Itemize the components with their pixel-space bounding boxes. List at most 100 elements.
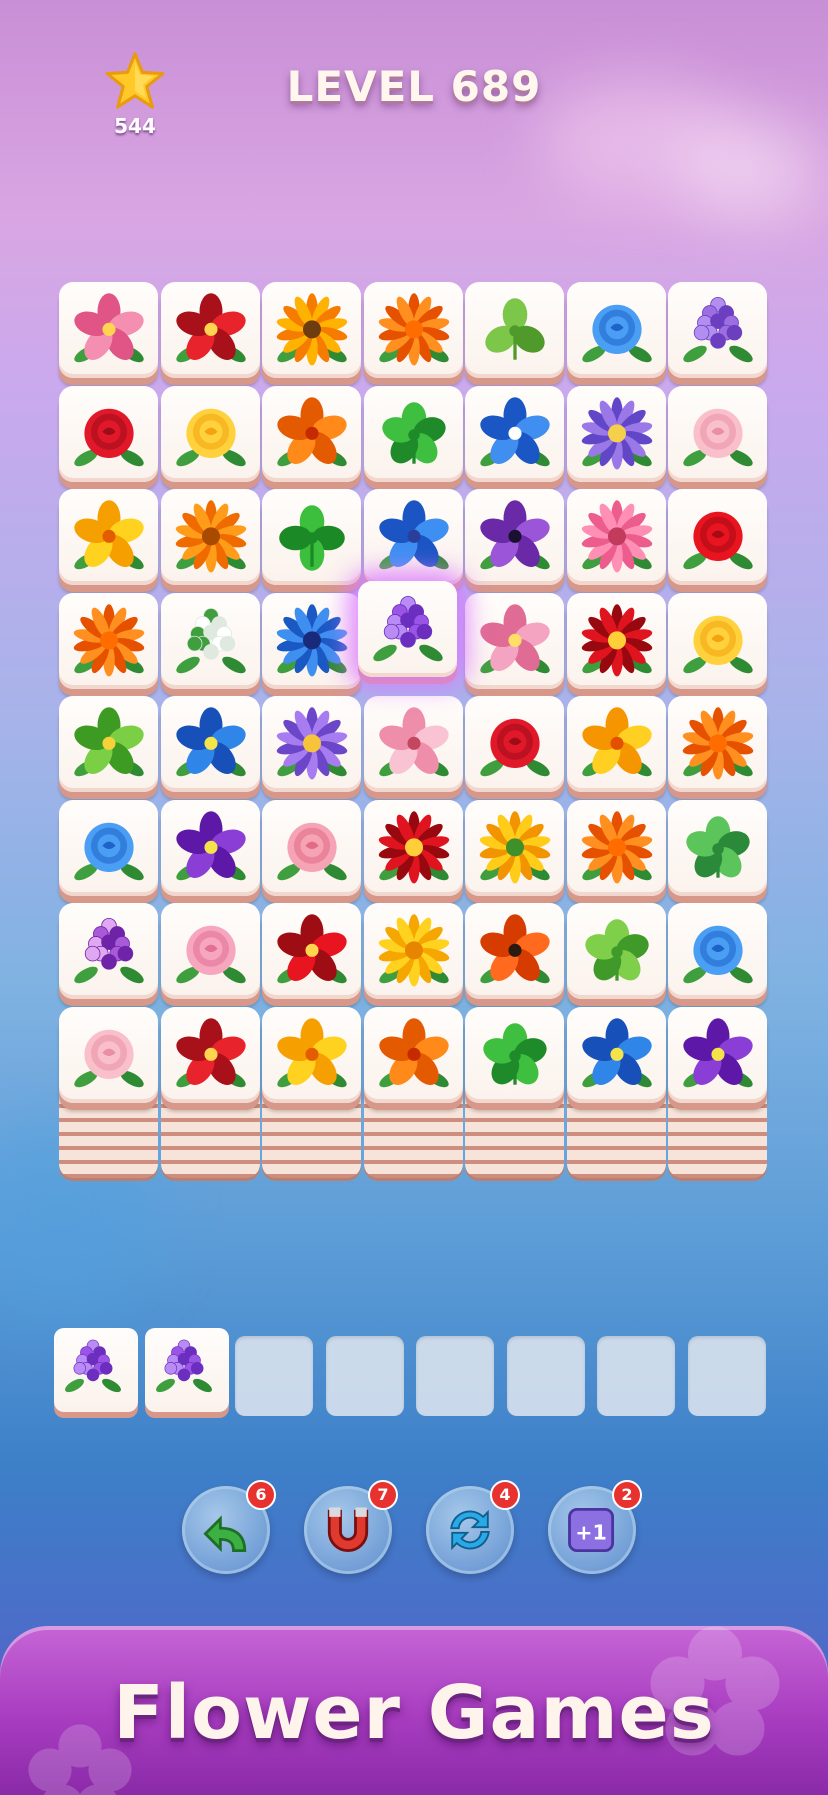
tool-count-badge: 6 [246, 1480, 276, 1510]
tile-rose-blue[interactable] [668, 903, 767, 999]
cherry-blossom-pink-icon [378, 707, 449, 777]
tile-chrysanthemum-yellow[interactable] [465, 799, 564, 896]
tile-lily-yellow[interactable] [59, 489, 158, 585]
tile-rose-red[interactable] [465, 696, 564, 792]
anemone-purple-icon [480, 500, 550, 570]
plus-one-button[interactable]: +1 2 [548, 1480, 642, 1574]
violet-purple-icon [683, 1017, 753, 1087]
tile-lettuce-green[interactable] [566, 903, 666, 999]
tile-four-leaf-clover[interactable] [262, 489, 361, 585]
tray-slot-empty [506, 1336, 585, 1416]
gerbera-yellow-icon [378, 914, 449, 987]
nasturtium-orange-icon [277, 396, 347, 466]
tile-nasturtium-orange[interactable] [363, 1006, 463, 1103]
footer-banner: Flower Games [0, 1626, 828, 1795]
tray-slot-empty [597, 1336, 675, 1416]
tile-hyacinth-purple[interactable] [668, 282, 767, 378]
tile-dahlia-red[interactable] [363, 799, 463, 896]
tile-camellia-pink[interactable] [59, 1006, 158, 1103]
shuffle-button[interactable]: 4 [426, 1480, 520, 1574]
pansy-green-icon [74, 707, 144, 777]
tile-nasturtium-orange[interactable] [262, 385, 361, 482]
tile-rose-yellow[interactable] [160, 385, 260, 482]
tile-ginkgo-leaf[interactable] [465, 282, 564, 378]
lettuce-green-icon [584, 919, 649, 981]
lilac-purple-icon [155, 1339, 212, 1393]
rose-blue-icon [683, 925, 753, 984]
tool-count-badge: 2 [612, 1480, 642, 1510]
morning-glory-blue-icon [480, 396, 550, 466]
gerbera-orange-icon [175, 500, 246, 573]
undo-button[interactable]: 6 [182, 1480, 276, 1574]
tile-lily-of-the-valley[interactable] [160, 592, 260, 689]
tile-marigold-orange[interactable] [668, 696, 767, 792]
undo-icon [203, 1515, 247, 1553]
tray-slot-empty [325, 1336, 404, 1416]
dahlia-purple-icon [581, 396, 652, 469]
tile-anthurium-red[interactable] [262, 903, 361, 999]
tile-poppy-orange[interactable] [465, 903, 564, 999]
tile-anemone-purple[interactable] [465, 489, 564, 585]
tile-rose-yellow[interactable] [668, 592, 767, 689]
tile-hydrangea-purple[interactable] [59, 903, 158, 999]
tile-rose-blue[interactable] [566, 282, 666, 378]
tile-sunflower[interactable] [262, 282, 361, 378]
tile-orchid-blue[interactable] [160, 696, 260, 792]
tile-clover-green[interactable] [465, 1006, 564, 1103]
tile-cornflower-blue[interactable] [363, 489, 463, 585]
tile-marigold-orange[interactable] [59, 592, 158, 689]
tile-lily-yellow[interactable] [262, 1006, 361, 1103]
tile-pansy-green[interactable] [59, 696, 158, 792]
tile-marigold-orange[interactable] [363, 282, 463, 378]
shuffle-icon [450, 1509, 490, 1551]
tile-orchid-blue[interactable] [566, 1006, 666, 1103]
tile-rose-red[interactable] [59, 385, 158, 482]
tile-hibiscus-red[interactable] [160, 1006, 260, 1103]
clover-green-icon [483, 1022, 547, 1085]
footer-title: Flower Games [113, 1670, 715, 1756]
magnet-button[interactable]: 7 [304, 1480, 398, 1574]
tool-count-badge: 4 [490, 1480, 520, 1510]
hydrangea-purple-icon [74, 917, 144, 984]
lilac-purple-icon [372, 595, 443, 661]
tile-rose-blue[interactable] [59, 799, 158, 896]
tile-orchid-pink[interactable] [465, 592, 564, 689]
tile-dahlia-purple[interactable] [566, 385, 666, 482]
gerbera-pink-icon [581, 500, 652, 573]
tile-peony-pink[interactable] [160, 903, 260, 999]
plus-one-icon: +1 [568, 1507, 615, 1553]
tile-violet-purple[interactable] [160, 799, 260, 896]
marigold-orange-icon [682, 707, 754, 780]
marigold-orange-icon [581, 810, 652, 883]
tile-clover-green[interactable] [363, 385, 463, 482]
tile-daisy-blue[interactable] [262, 592, 361, 689]
plus-one-label: +1 [575, 1520, 607, 1544]
tile-hibiscus-red[interactable] [160, 282, 260, 378]
tile-lilac-purple[interactable] [357, 580, 457, 677]
orchid-blue-icon [581, 1017, 652, 1087]
hibiscus-red-icon [175, 293, 246, 363]
rose-yellow-icon [683, 615, 753, 673]
tile-cherry-blossom-pink[interactable] [363, 696, 463, 792]
tile-dahlia-red[interactable] [566, 592, 666, 689]
dahlia-red-icon [378, 810, 449, 883]
anthurium-red-icon [277, 914, 347, 984]
tile-rose-bouquet-pink[interactable] [262, 799, 361, 896]
tile-succulent-green[interactable] [668, 799, 767, 896]
rose-bouquet-pink-icon [277, 822, 347, 880]
tile-hibiscus-yellow[interactable] [566, 696, 666, 792]
tile-gerbera-pink[interactable] [566, 489, 666, 585]
succulent-green-icon [686, 815, 750, 878]
tile-violet-purple[interactable] [668, 1006, 767, 1103]
tile-aster-purple[interactable] [262, 696, 361, 792]
tile-gerbera-yellow[interactable] [363, 903, 463, 999]
tile-camellia-pink[interactable] [668, 385, 767, 482]
clover-green-icon [381, 401, 446, 464]
tile-morning-glory-blue[interactable] [465, 385, 564, 482]
tile-gerbera-orange[interactable] [160, 489, 260, 585]
tile-marigold-orange[interactable] [566, 799, 666, 896]
tile-ranunculus-red[interactable] [668, 489, 767, 585]
marigold-orange-icon [73, 603, 145, 676]
ranunculus-red-icon [683, 511, 753, 570]
tile-hibiscus-pink[interactable] [59, 282, 158, 378]
